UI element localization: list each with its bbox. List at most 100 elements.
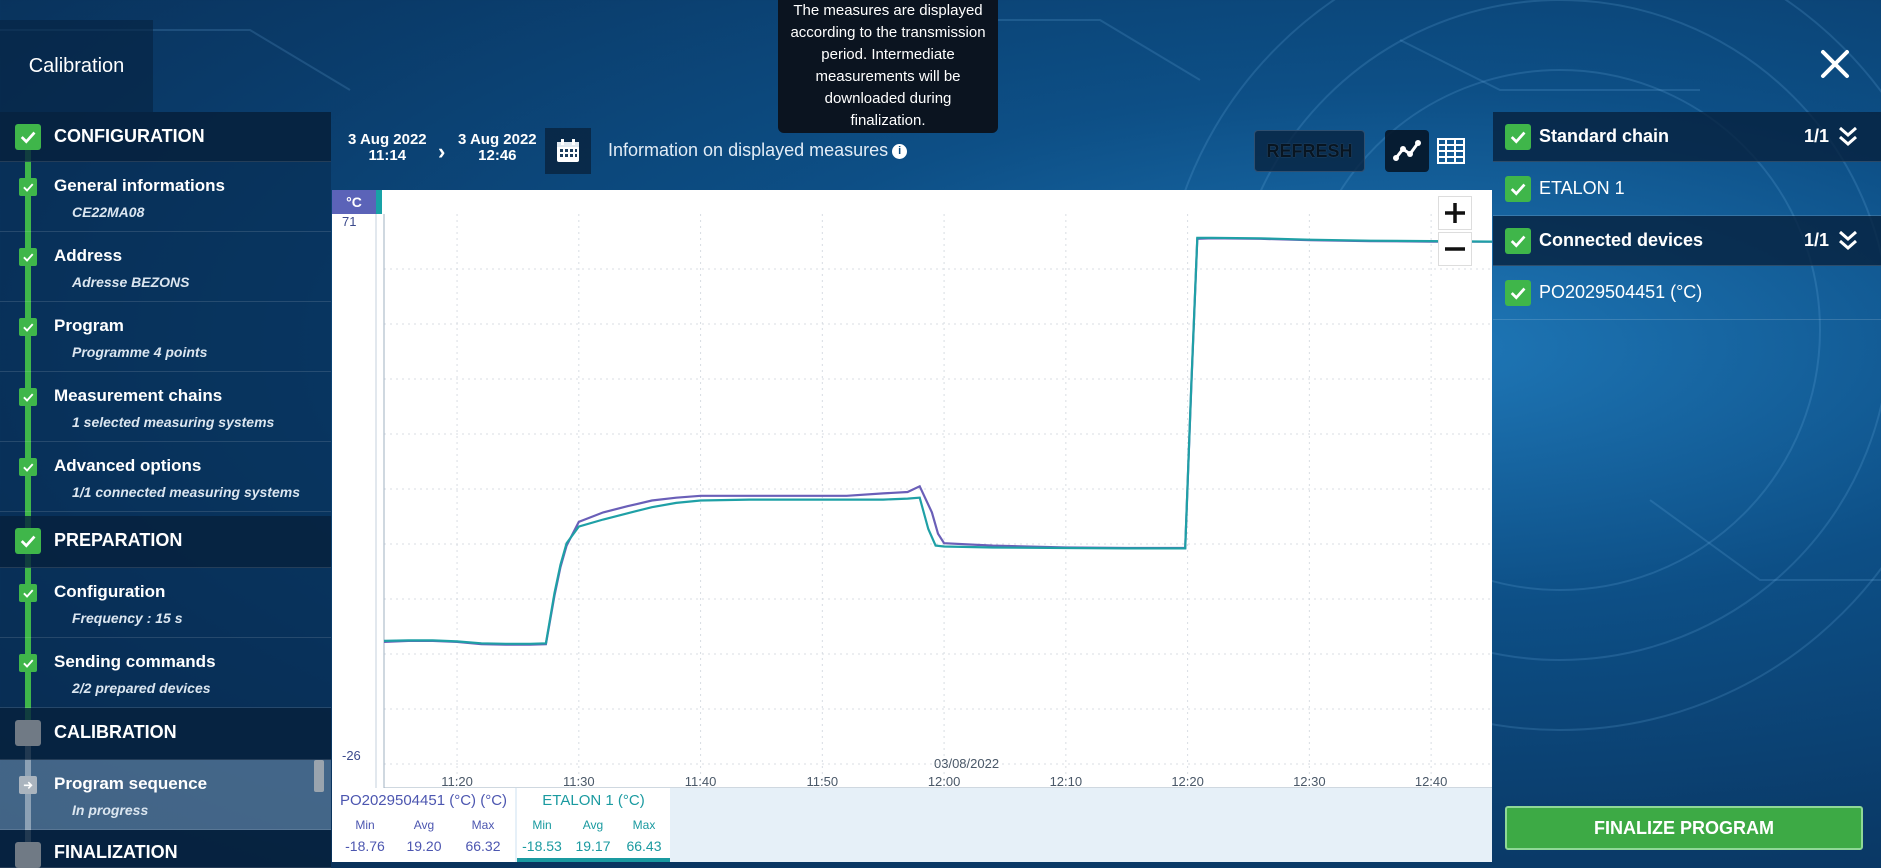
stats-series-po2029504451[interactable]: PO2029504451 (°C) (°C) Min -18.76 Avg 19…: [332, 788, 515, 862]
sidebar-scrollbar[interactable]: [314, 760, 324, 792]
section-title: PREPARATION: [54, 530, 183, 550]
stat-max-label: Max: [471, 818, 495, 832]
check-icon[interactable]: [1505, 124, 1531, 150]
series-line-etalon-1[interactable]: [383, 236, 1492, 645]
x-tick-label: 11:40: [685, 774, 717, 788]
stats-bar: PO2029504451 (°C) (°C) Min -18.76 Avg 19…: [332, 788, 1492, 862]
zoom-out-button[interactable]: [1438, 232, 1472, 266]
stat-avg-value: 19.17: [575, 838, 611, 854]
start-date: 3 Aug 2022 11:14: [348, 132, 427, 164]
section-configuration[interactable]: CONFIGURATION: [0, 112, 331, 162]
chart-view-button[interactable]: [1385, 130, 1429, 172]
x-tick-label: 12:40: [1415, 774, 1448, 788]
check-icon[interactable]: [1505, 228, 1531, 254]
stat-max-label: Max: [632, 818, 656, 832]
stat-max: Max 66.32: [458, 818, 508, 854]
stat-avg: Avg 19.17: [568, 818, 618, 854]
x-tick-label: 12:00: [928, 774, 961, 788]
standard-chain-item[interactable]: ETALON 1: [1493, 162, 1881, 216]
close-button[interactable]: [1817, 46, 1853, 82]
chevron-right-icon: ›: [438, 139, 446, 164]
stat-min-label: Min: [532, 818, 552, 832]
end-date-time: 12:46: [478, 147, 517, 164]
check-icon[interactable]: [1505, 280, 1531, 306]
sidebar-item-advanced-options[interactable]: Advanced options 1/1 connected measuring…: [0, 442, 331, 512]
measures-chart[interactable]: 71 -26 03/08/2022 11:20 11:30 11:40 11:50 12…: [332, 190, 1492, 788]
tooltip-line: according to the transmission: [790, 24, 986, 41]
info-displayed-measures[interactable]: Information on displayed measures i: [608, 140, 908, 161]
check-icon: [15, 124, 41, 150]
refresh-button[interactable]: REFRESH: [1254, 130, 1365, 172]
sidebar-item-measurement-chains[interactable]: Measurement chains 1 selected measuring …: [0, 372, 331, 442]
sidebar-item-label: Address: [54, 246, 123, 265]
sidebar-item-configuration[interactable]: Configuration Frequency : 15 s: [0, 568, 331, 638]
plus-icon: [1445, 203, 1465, 223]
table-view-button[interactable]: [1429, 130, 1473, 172]
minus-icon: [1445, 247, 1465, 251]
stat-avg-label: Avg: [582, 818, 604, 832]
standard-chain-count: 1/1: [1803, 126, 1829, 146]
sidebar-item-desc: 1 selected measuring systems: [72, 414, 275, 430]
steps-sidebar: CONFIGURATION General informations CE22M…: [0, 112, 331, 868]
finalize-label: FINALIZE PROGRAM: [1594, 817, 1774, 838]
stat-avg-value: 19.20: [406, 838, 442, 854]
info-icon[interactable]: i: [892, 144, 908, 159]
section-preparation[interactable]: PREPARATION: [0, 516, 331, 568]
check-icon: [19, 248, 37, 266]
finalize-program-button[interactable]: FINALIZE PROGRAM: [1505, 806, 1863, 850]
connected-device-label: PO2029504451 (°C): [1539, 282, 1703, 302]
tooltip-line: measurements will be: [815, 68, 961, 85]
stats-title: PO2029504451 (°C) (°C): [339, 792, 508, 809]
pending-square-icon: [15, 720, 41, 746]
standard-chain-header[interactable]: Standard chain 1/1: [1493, 112, 1881, 162]
sidebar-item-label: Program sequence: [54, 774, 208, 793]
sidebar-item-sending-commands[interactable]: Sending commands 2/2 prepared devices: [0, 638, 331, 708]
series-line-po2029504451[interactable]: [383, 237, 1492, 646]
tooltip-line: downloaded during: [824, 90, 952, 107]
connected-devices-header[interactable]: Connected devices 1/1: [1493, 216, 1881, 266]
chart-grid: [384, 214, 1492, 788]
section-calibration[interactable]: CALIBRATION: [0, 708, 331, 760]
check-icon[interactable]: [1505, 176, 1531, 202]
sidebar-item-address[interactable]: Address Adresse BEZONS: [0, 232, 331, 302]
section-finalization[interactable]: FINALIZATION: [0, 830, 331, 868]
sidebar-item-label: Program: [54, 316, 124, 335]
sidebar-item-program-sequence[interactable]: Program sequence In progress: [0, 760, 331, 830]
tooltip-line: finalization.: [850, 112, 926, 129]
start-date-day: 3 Aug 2022: [348, 131, 427, 148]
check-icon: [19, 458, 37, 476]
sidebar-item-label: Sending commands: [54, 652, 216, 671]
x-tick-label: 12:20: [1171, 774, 1204, 788]
section-title: CALIBRATION: [54, 722, 177, 742]
chart-series: [383, 236, 1492, 646]
double-chevron-down-icon[interactable]: [1837, 124, 1859, 148]
stat-min-label: Min: [355, 818, 375, 832]
check-icon: [19, 388, 37, 406]
connected-device-item[interactable]: PO2029504451 (°C): [1493, 266, 1881, 320]
x-tick-label: 12:10: [1050, 774, 1083, 788]
page-title: Calibration: [0, 20, 153, 112]
stats-series-etalon-1[interactable]: ETALON 1 (°C) Min -18.53 Avg 19.17 Max 6…: [517, 788, 670, 862]
x-tick-label: 12:30: [1293, 774, 1326, 788]
stat-min: Min -18.76: [340, 818, 390, 854]
check-icon: [15, 528, 41, 554]
double-chevron-down-icon[interactable]: [1837, 228, 1859, 252]
stat-max: Max 66.43: [619, 818, 669, 854]
y-bottom-label: -26: [342, 748, 361, 763]
check-icon: [19, 178, 37, 196]
close-icon: [1821, 50, 1849, 78]
sidebar-item-program[interactable]: Program Programme 4 points: [0, 302, 331, 372]
unit-badge-accent: [376, 190, 382, 214]
calendar-button[interactable]: [545, 128, 591, 174]
standard-chain-item-label: ETALON 1: [1539, 178, 1625, 198]
x-tick-label: 11:50: [807, 774, 839, 788]
x-tick-label: 11:20: [441, 774, 473, 788]
sidebar-item-label: Measurement chains: [54, 386, 223, 405]
stat-min-value: -18.53: [522, 838, 562, 854]
zoom-in-button[interactable]: [1438, 196, 1472, 230]
start-date-time: 11:14: [368, 147, 407, 164]
active-series-underline: [517, 858, 670, 862]
info-label: Information on displayed measures: [608, 140, 889, 160]
stat-max-value: 66.43: [626, 838, 662, 854]
sidebar-item-general-informations[interactable]: General informations CE22MA08: [0, 162, 331, 232]
